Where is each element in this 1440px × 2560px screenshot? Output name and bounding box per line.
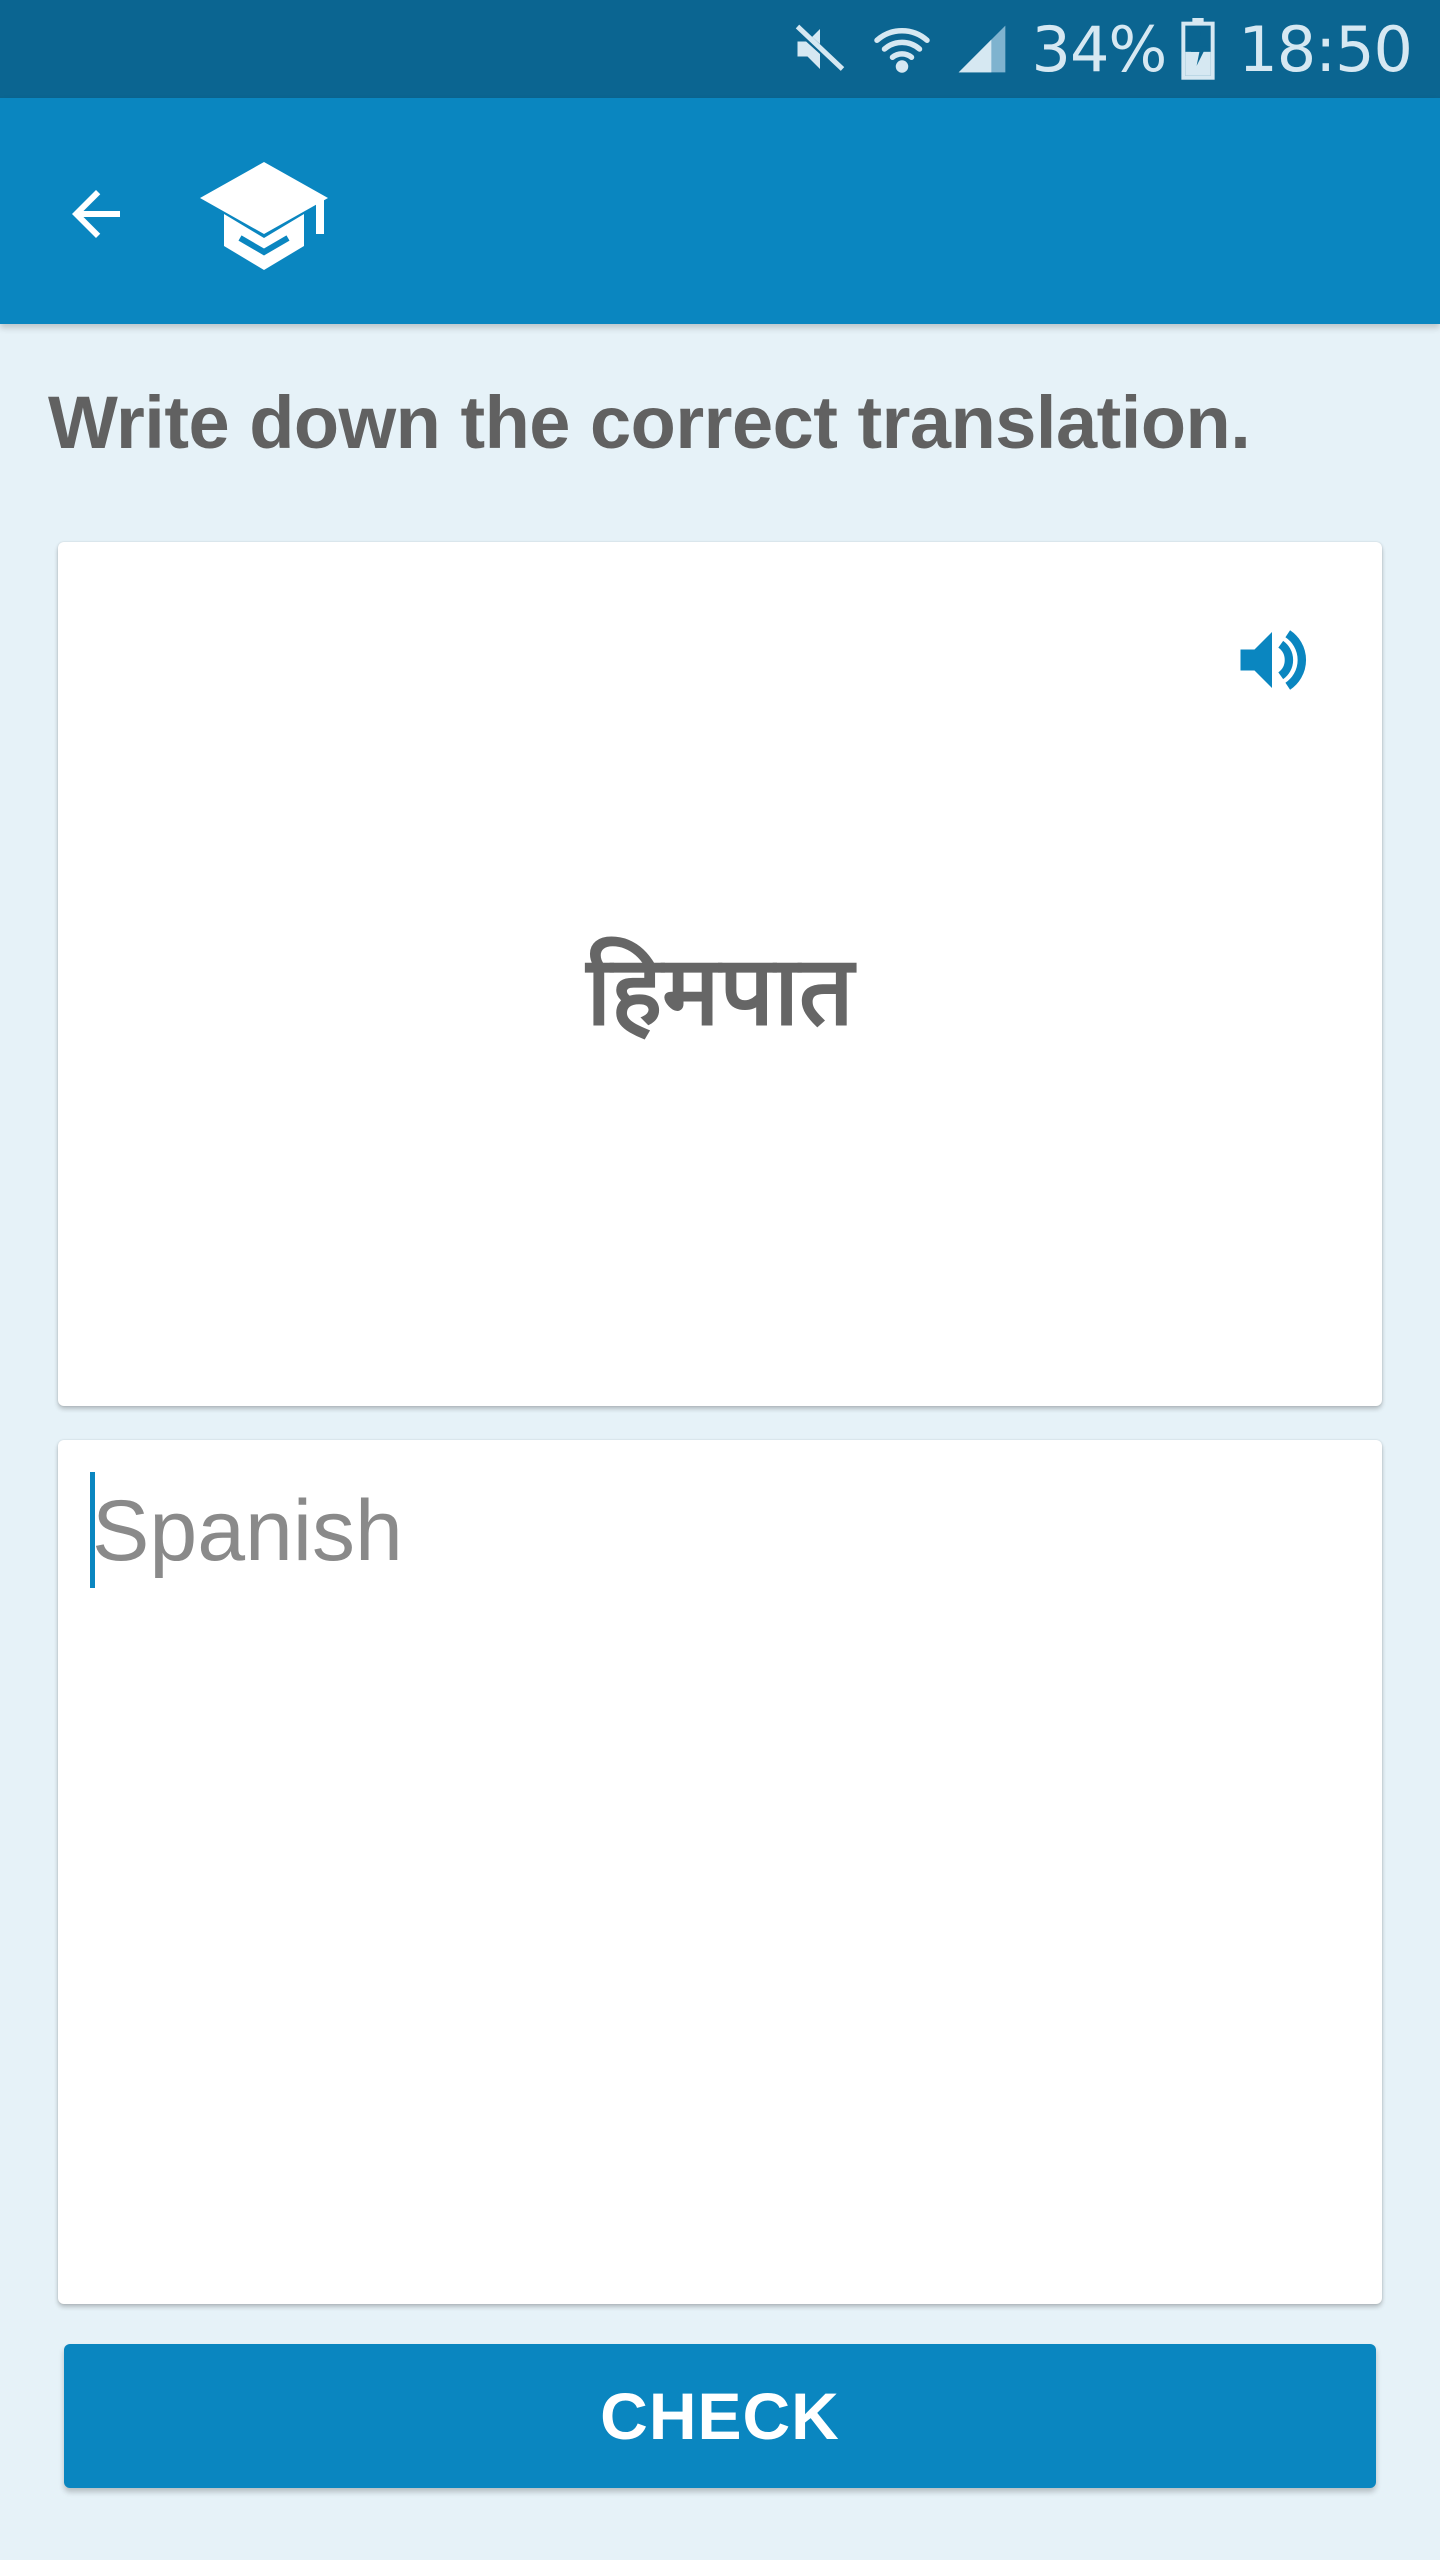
wifi-icon bbox=[872, 19, 932, 79]
graduation-cap-icon bbox=[196, 154, 332, 274]
app-bar bbox=[0, 98, 1440, 324]
battery-percent: 34% bbox=[1031, 12, 1168, 86]
word-card: हिमपात bbox=[58, 542, 1382, 1406]
answer-input[interactable] bbox=[88, 1464, 1348, 2264]
check-button[interactable]: CHECK bbox=[64, 2344, 1376, 2488]
answer-card bbox=[58, 1440, 1382, 2304]
status-bar: 34% 18:50 bbox=[0, 0, 1440, 98]
source-word: हिमपात bbox=[586, 935, 854, 1047]
battery-charging-icon bbox=[1180, 18, 1216, 80]
signal-icon bbox=[954, 21, 1010, 77]
back-button[interactable] bbox=[48, 168, 144, 264]
arrow-left-icon bbox=[60, 178, 132, 255]
clock: 18:50 bbox=[1238, 12, 1413, 86]
speaker-icon bbox=[1230, 618, 1314, 707]
mute-icon bbox=[790, 19, 850, 79]
instruction-text: Write down the correct translation. bbox=[48, 381, 1251, 464]
play-audio-button[interactable] bbox=[1222, 612, 1322, 712]
